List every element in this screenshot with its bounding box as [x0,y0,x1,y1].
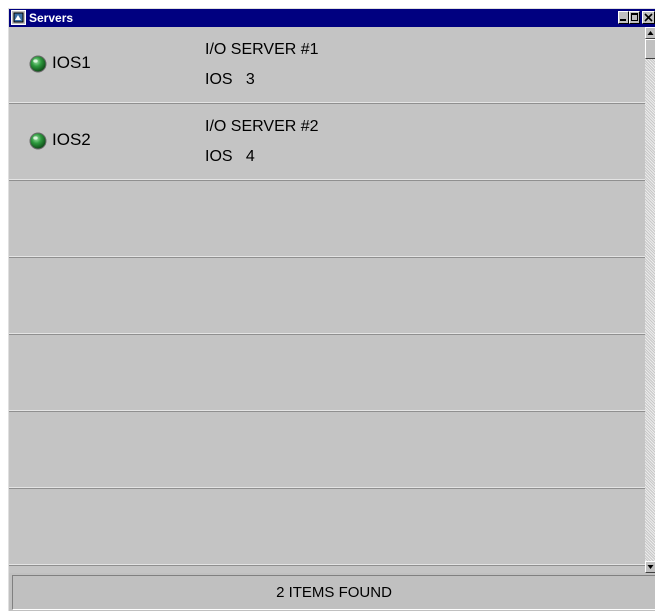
scroll-thumb[interactable] [645,39,655,59]
maximize-button[interactable] [629,11,640,24]
title-bar[interactable]: Servers [9,9,655,27]
app-window-icon [11,10,26,25]
server-type: IOS 3 [205,71,255,89]
status-led-icon [29,55,47,73]
server-type: IOS 4 [205,148,255,166]
close-icon [644,13,653,22]
window-title: Servers [29,11,74,25]
empty-row [9,412,645,489]
status-bar: 2 ITEMS FOUND [12,575,655,610]
server-number: 4 [245,148,255,165]
servers-window: Servers IOS1 I/O SERVER #1 IOS 3 IOS2 I/… [8,8,655,611]
minimize-icon [620,19,626,21]
status-led-icon [29,132,47,150]
server-name: IOS2 [52,130,91,149]
empty-row [9,258,645,335]
server-description: I/O SERVER #1 [205,41,319,58]
server-row-ios1[interactable]: IOS1 I/O SERVER #1 IOS 3 [9,27,645,104]
empty-row [9,181,645,258]
server-description: I/O SERVER #2 [205,118,319,135]
vertical-scrollbar[interactable] [645,27,655,573]
scroll-up-button[interactable] [645,27,655,39]
arrow-up-icon [647,31,654,35]
server-list: IOS1 I/O SERVER #1 IOS 3 IOS2 I/O SERVER… [9,27,645,573]
scroll-down-button[interactable] [645,561,655,573]
close-button[interactable] [642,11,655,24]
server-name: IOS1 [52,53,91,72]
maximize-icon [631,13,638,21]
server-number: 3 [245,71,255,88]
empty-row [9,335,645,412]
arrow-down-icon [647,565,654,569]
server-row-ios2[interactable]: IOS2 I/O SERVER #2 IOS 4 [9,104,645,181]
empty-row [9,489,645,566]
minimize-button[interactable] [618,11,629,24]
server-type-label: IOS [205,148,233,165]
server-type-label: IOS [205,71,233,88]
